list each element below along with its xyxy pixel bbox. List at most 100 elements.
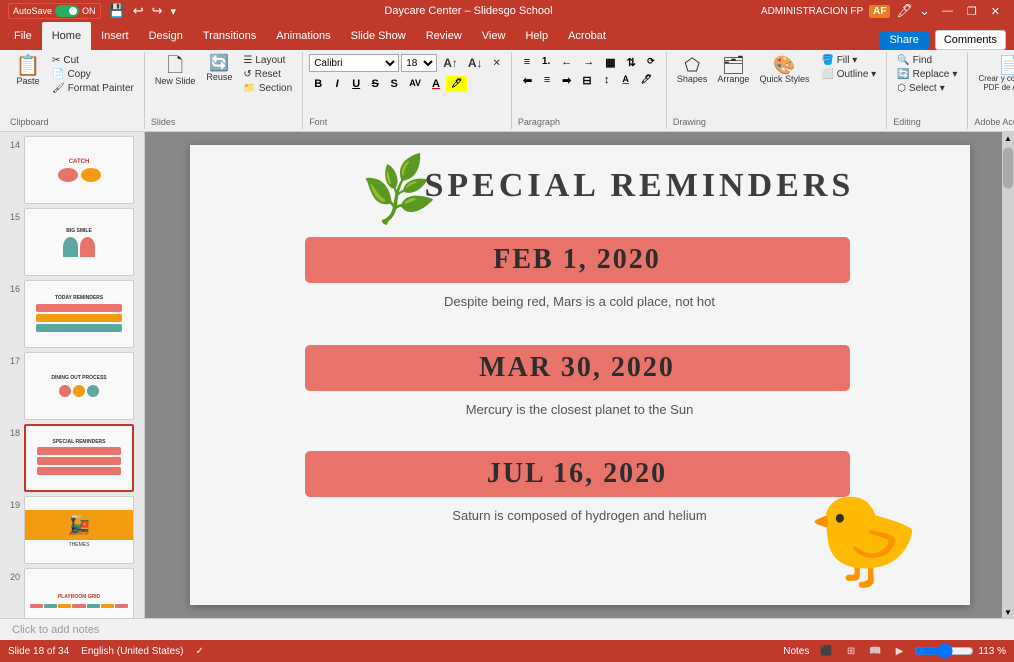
bullets-button[interactable]: ≡	[518, 54, 536, 71]
slide-thumb-14[interactable]: CATCH	[24, 136, 134, 204]
slide-sorter-button[interactable]: ⊞	[844, 646, 858, 657]
list-item[interactable]: 15 BIG SMILE	[4, 208, 140, 276]
slideshow-button[interactable]: ▶	[893, 646, 907, 657]
shadow-button[interactable]: S	[385, 76, 403, 92]
align-left-button[interactable]: ⬅	[518, 72, 537, 89]
create-pdf-button[interactable]: 📄 Crear y compartir PDF de Adobe	[974, 54, 1014, 94]
ribbon-collapse[interactable]: ⌄	[919, 3, 930, 19]
highlight-button[interactable]: 🖊	[446, 76, 467, 92]
accessibility-check[interactable]: ✓	[195, 646, 203, 657]
list-item[interactable]: 20 PLAYROOM GRID	[4, 568, 140, 618]
columns-button[interactable]: ▦	[600, 54, 620, 71]
list-item[interactable]: 16 TODAY REMINDERS	[4, 280, 140, 348]
shapes-button[interactable]: ⬠ Shapes	[673, 54, 712, 86]
share-button[interactable]: Share	[879, 31, 928, 49]
zoom-slider[interactable]	[914, 643, 974, 659]
list-item[interactable]: 14 CATCH	[4, 136, 140, 204]
clear-format-button[interactable]: ✕	[489, 57, 505, 70]
bold-button[interactable]: B	[309, 76, 327, 92]
pen-icon[interactable]: 🖊	[896, 3, 913, 19]
direction-button[interactable]: ⇅	[622, 54, 641, 71]
reset-button[interactable]: ↺ Reset	[239, 68, 296, 81]
slide-thumb-18[interactable]: SPECIAL REMINDERS	[24, 424, 134, 492]
select-button[interactable]: ⬡ Select ▾	[893, 82, 949, 95]
shape-fill-button[interactable]: 🪣 Fill ▾	[817, 54, 880, 67]
replace-button[interactable]: 🔄 Replace ▾	[893, 68, 961, 81]
tab-file[interactable]: File	[4, 22, 42, 50]
vertical-scrollbar[interactable]: ▲ ▼	[1002, 132, 1014, 618]
font-color2-button[interactable]: A	[617, 72, 635, 89]
tab-design[interactable]: Design	[139, 22, 193, 50]
italic-button[interactable]: I	[328, 76, 346, 92]
increase-font-button[interactable]: A↑	[439, 55, 462, 71]
indent-increase-button[interactable]: →	[578, 54, 599, 71]
numbering-button[interactable]: 1.	[537, 54, 555, 71]
drawing-secondary: 🪣 Fill ▾ ⬜ Outline ▾	[817, 54, 880, 81]
undo-icon[interactable]: ↩	[133, 3, 144, 19]
reading-view-button[interactable]: 📖	[866, 646, 884, 657]
section-button[interactable]: 📁 Section	[239, 82, 296, 95]
close-button[interactable]: ✕	[985, 5, 1006, 18]
new-slide-button[interactable]: 🗋 New Slide	[151, 54, 200, 88]
line-spacing-button[interactable]: ↕	[598, 72, 616, 89]
user-avatar[interactable]: AF	[869, 5, 890, 18]
tab-acrobat[interactable]: Acrobat	[558, 22, 616, 50]
scrollbar-thumb[interactable]	[1003, 148, 1013, 188]
slide-thumb-19[interactable]: 🚂 THEMES	[24, 496, 134, 564]
paste-button[interactable]: 📋 Paste	[10, 54, 46, 88]
slide-thumb-16[interactable]: TODAY REMINDERS	[24, 280, 134, 348]
scrollbar-up-arrow[interactable]: ▲	[1002, 132, 1014, 144]
font-size-select[interactable]: 18	[401, 54, 437, 72]
canvas-area[interactable]: 🌿 SPECIAL REMINDERS FEB 1, 2020 Despite …	[145, 132, 1014, 618]
notes-button[interactable]: Notes	[783, 646, 809, 657]
arrange-button[interactable]: 🗂 Arrange	[713, 54, 753, 86]
indent-decrease-button[interactable]: ←	[556, 54, 577, 71]
font-color-button[interactable]: A	[427, 76, 445, 92]
restore-button[interactable]: ❐	[961, 5, 983, 18]
save-icon[interactable]: 💾	[109, 3, 125, 19]
copy-button[interactable]: 📄 Copy	[48, 68, 138, 81]
strikethrough-button[interactable]: S	[366, 76, 384, 92]
notes-bar[interactable]: Click to add notes	[0, 618, 1014, 640]
justify-button[interactable]: ⊟	[577, 72, 596, 89]
notes-placeholder[interactable]: Click to add notes	[12, 624, 99, 636]
tab-review[interactable]: Review	[416, 22, 472, 50]
tab-animations[interactable]: Animations	[266, 22, 340, 50]
autosave-toggle[interactable]	[55, 5, 79, 17]
layout-button[interactable]: ☰ Layout	[239, 54, 296, 67]
highlight2-button[interactable]: 🖊	[636, 72, 657, 89]
quick-styles-button[interactable]: 🎨 Quick Styles	[755, 54, 813, 86]
redo-icon[interactable]: ↪	[152, 3, 163, 19]
underline-button[interactable]: U	[347, 76, 365, 92]
tab-view[interactable]: View	[472, 22, 516, 50]
align-right-button[interactable]: ➡	[557, 72, 576, 89]
scrollbar-down-arrow[interactable]: ▼	[1002, 606, 1014, 618]
tab-transitions[interactable]: Transitions	[193, 22, 266, 50]
slide-thumb-17[interactable]: DINING OUT PROCESS	[24, 352, 134, 420]
convert-button[interactable]: ⟳	[642, 54, 660, 71]
reuse-slides-button[interactable]: 🔄 Reuse	[201, 54, 237, 84]
normal-view-button[interactable]: ⬛	[817, 646, 835, 657]
slide-thumb-15[interactable]: BIG SMILE	[24, 208, 134, 276]
comments-button[interactable]: Comments	[935, 30, 1006, 50]
cut-button[interactable]: ✂ Cut	[48, 54, 138, 67]
list-item[interactable]: 19 🚂 THEMES	[4, 496, 140, 564]
tab-slideshow[interactable]: Slide Show	[341, 22, 416, 50]
char-spacing-button[interactable]: AV	[404, 76, 426, 92]
format-painter-button[interactable]: 🖌 Format Painter	[48, 82, 138, 95]
slide-thumb-20[interactable]: PLAYROOM GRID	[24, 568, 134, 618]
list-item[interactable]: 17 DINING OUT PROCESS	[4, 352, 140, 420]
paragraph-group: ≡ 1. ← → ▦ ⇅ ⟳ ⬅ ≡ ➡ ⊟ ↕ A 🖊 Paragraph	[512, 52, 667, 129]
decrease-font-button[interactable]: A↓	[464, 55, 487, 71]
tab-home[interactable]: Home	[42, 22, 91, 50]
slide-panel[interactable]: 14 CATCH 15 BIG SMILE	[0, 132, 145, 618]
tab-help[interactable]: Help	[515, 22, 558, 50]
minimize-button[interactable]: —	[936, 5, 959, 18]
align-center-button[interactable]: ≡	[538, 72, 556, 89]
find-button[interactable]: 🔍 Find	[893, 54, 936, 67]
autosave-badge[interactable]: AutoSave ON	[8, 3, 101, 19]
list-item[interactable]: 18 SPECIAL REMINDERS	[4, 424, 140, 492]
shape-outline-button[interactable]: ⬜ Outline ▾	[817, 68, 880, 81]
font-family-select[interactable]: Calibri	[309, 54, 399, 72]
tab-insert[interactable]: Insert	[91, 22, 139, 50]
